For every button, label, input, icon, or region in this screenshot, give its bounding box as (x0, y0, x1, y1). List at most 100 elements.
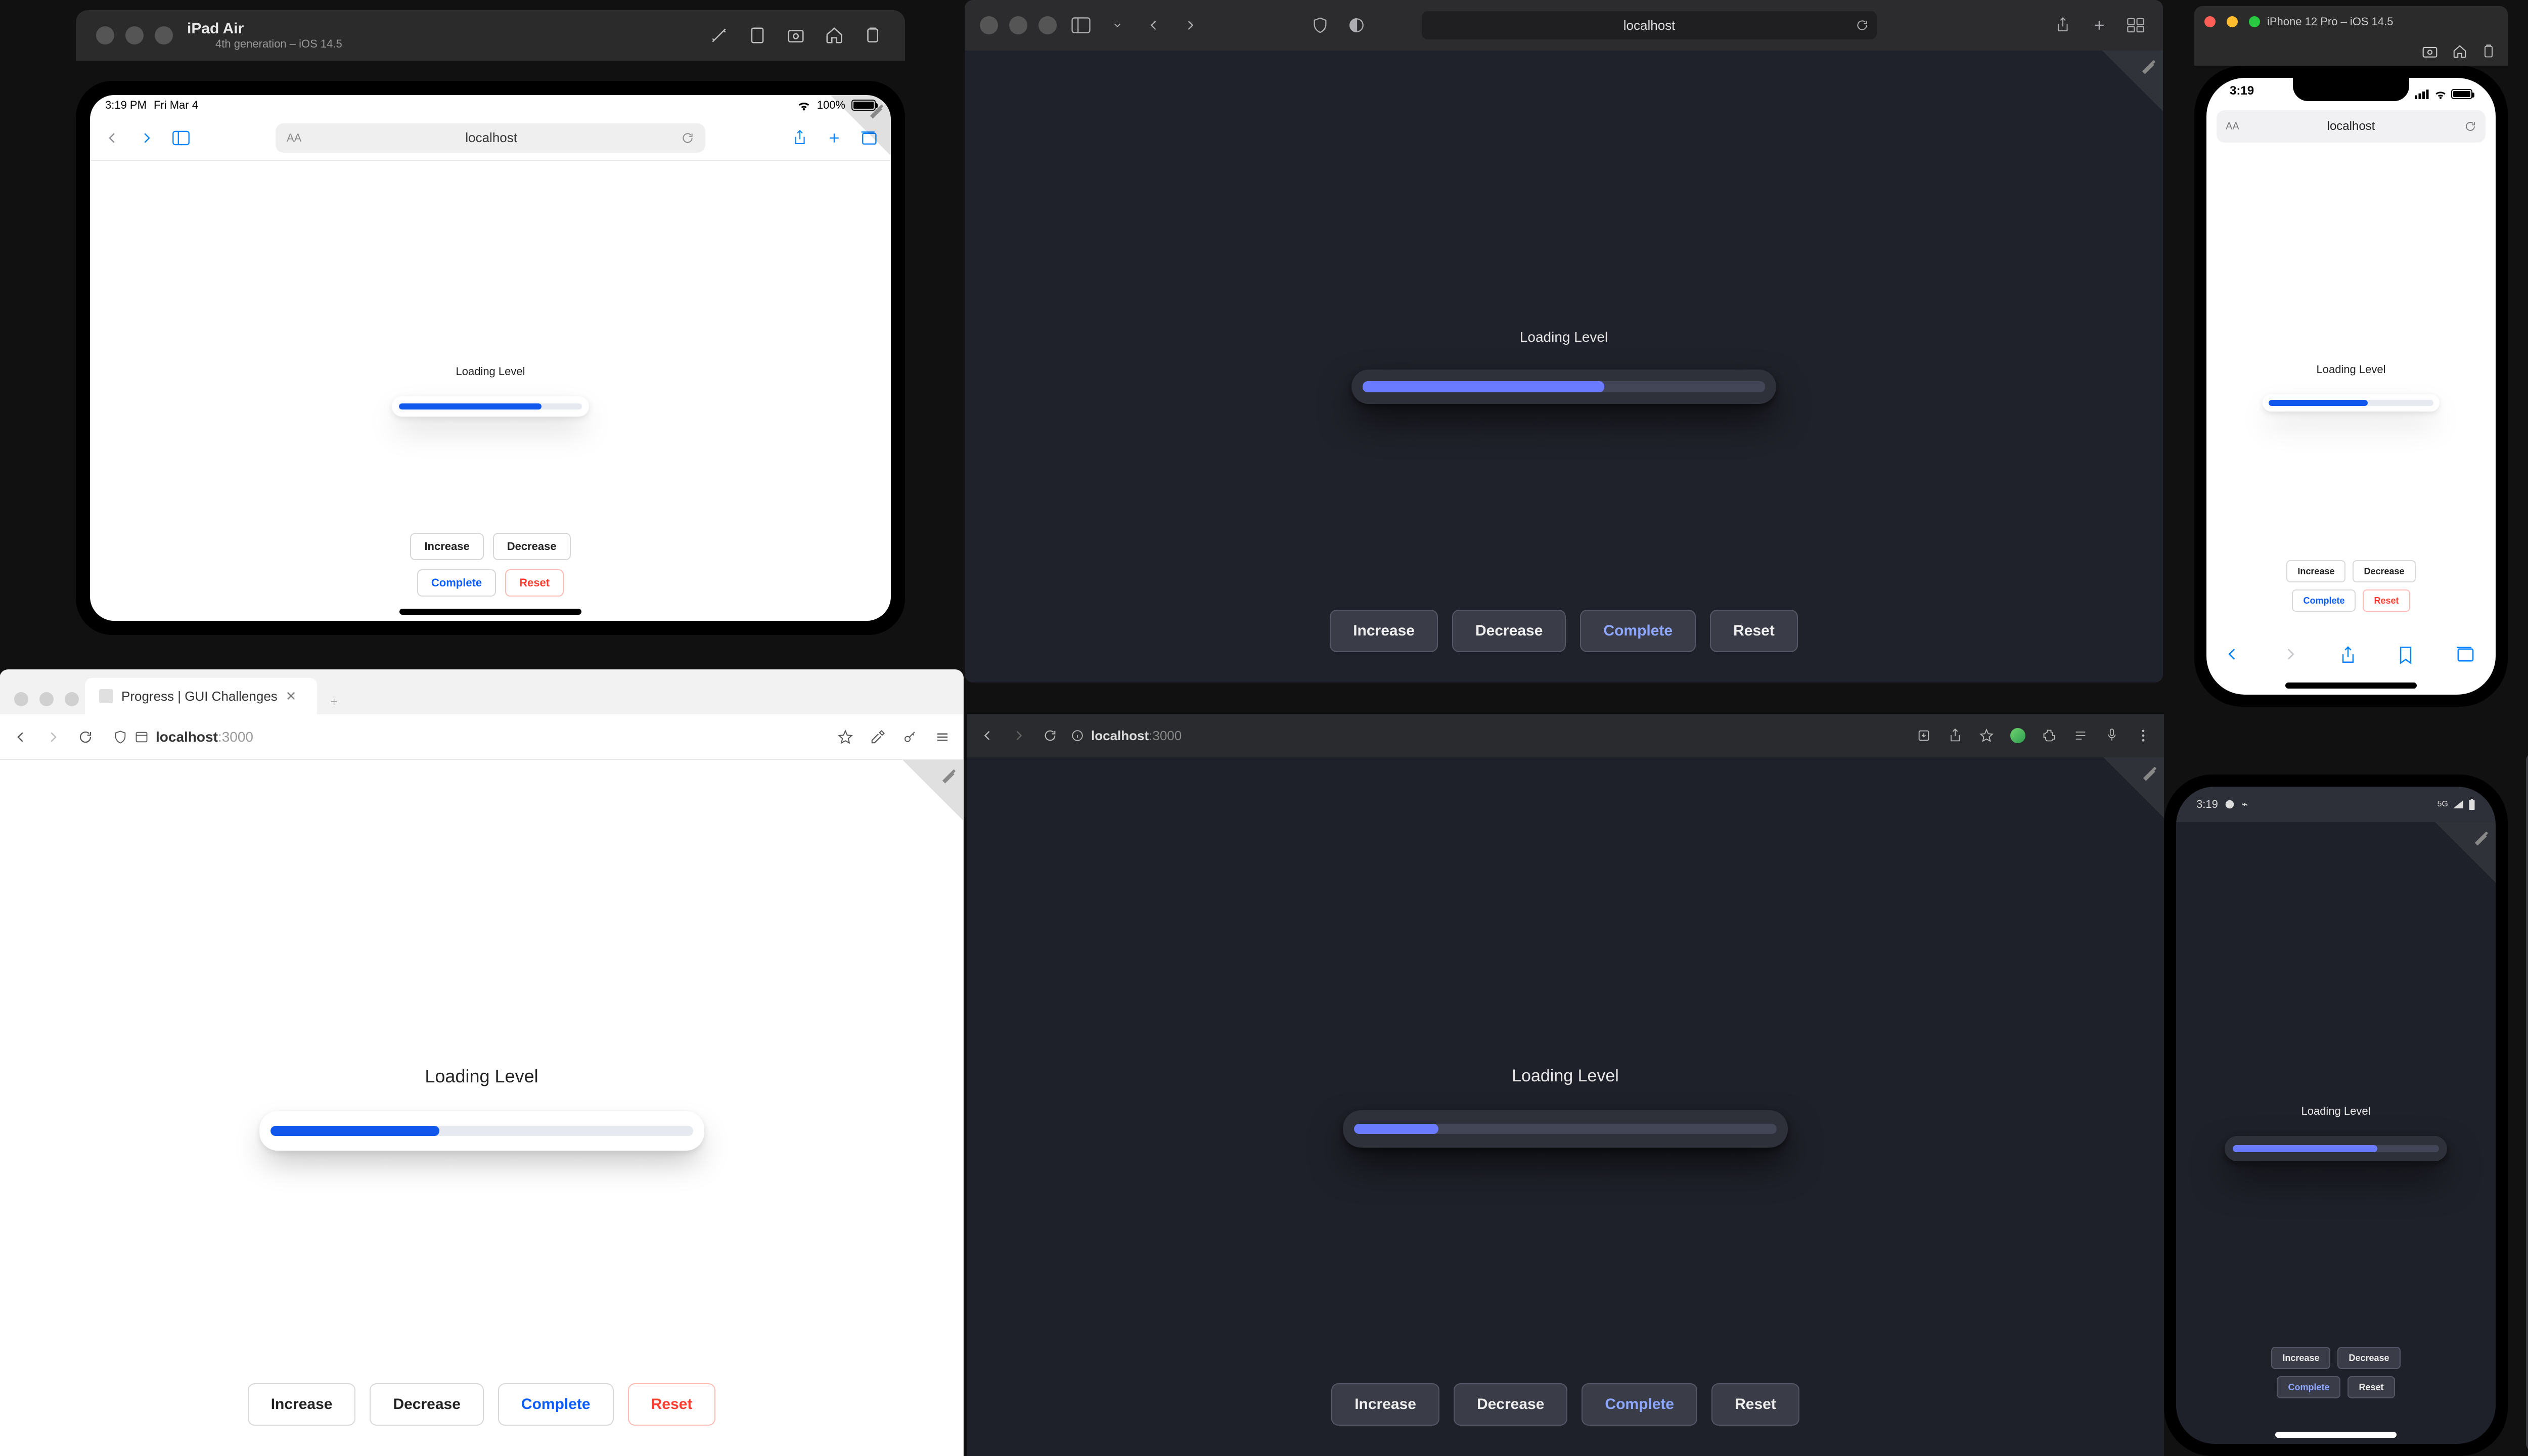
minimize-dot[interactable] (39, 692, 54, 706)
address-bar[interactable]: AA localhost (2217, 110, 2486, 143)
rotate-icon[interactable] (745, 23, 770, 48)
increase-button[interactable]: Increase (2286, 560, 2345, 582)
close-dot[interactable] (980, 16, 998, 34)
bookmarks-icon[interactable] (2397, 646, 2420, 669)
close-dot[interactable] (96, 26, 114, 44)
extensions-icon[interactable] (2039, 725, 2060, 746)
reader-icon[interactable]: AA (2226, 121, 2239, 132)
screenshot-icon[interactable] (2422, 44, 2438, 59)
decrease-button[interactable]: Decrease (1452, 610, 1566, 652)
back-icon[interactable] (10, 726, 31, 748)
decrease-button[interactable]: Decrease (2337, 1347, 2400, 1369)
address-bar[interactable]: AA localhost (276, 123, 705, 153)
close-tab-icon[interactable]: ✕ (286, 689, 297, 704)
window-controls[interactable] (96, 26, 173, 44)
profile-icon[interactable] (2007, 725, 2028, 746)
reset-button[interactable]: Reset (628, 1383, 716, 1426)
complete-button[interactable]: Complete (498, 1383, 614, 1426)
back-icon[interactable] (1142, 13, 1166, 37)
home-icon[interactable] (822, 23, 846, 48)
share-icon[interactable] (790, 128, 810, 148)
refresh-icon[interactable] (2464, 120, 2476, 132)
clipboard-icon[interactable] (861, 23, 885, 48)
increase-button[interactable]: Increase (1330, 610, 1438, 652)
site-info-icon[interactable] (1071, 729, 1084, 742)
increase-button[interactable]: Increase (248, 1383, 356, 1426)
reader-icon[interactable]: AA (287, 131, 301, 145)
reset-button[interactable]: Reset (1711, 1383, 1799, 1426)
sidebar-icon[interactable] (171, 128, 191, 148)
home-indicator[interactable] (2275, 1432, 2397, 1438)
devtools-corner-icon[interactable] (830, 95, 891, 156)
minimize-dot[interactable] (1009, 16, 1027, 34)
home-indicator[interactable] (399, 609, 581, 615)
reset-button[interactable]: Reset (505, 569, 564, 597)
decrease-button[interactable]: Decrease (2353, 560, 2415, 582)
refresh-icon[interactable] (681, 131, 694, 145)
star-icon[interactable] (835, 726, 856, 748)
complete-button[interactable]: Complete (1582, 1383, 1697, 1426)
browser-tab[interactable]: Progress | GUI Challenges ✕ (85, 678, 317, 714)
clipboard-icon[interactable] (2481, 43, 2496, 60)
increase-button[interactable]: Increase (1331, 1383, 1439, 1426)
minimize-dot[interactable] (2227, 16, 2238, 27)
minimize-dot[interactable] (125, 26, 144, 44)
share-icon[interactable] (2051, 13, 2075, 37)
back-icon[interactable] (102, 128, 122, 148)
complete-button[interactable]: Complete (1580, 610, 1696, 652)
reset-button[interactable]: Reset (2348, 1376, 2395, 1398)
back-icon[interactable] (977, 725, 998, 746)
complete-button[interactable]: Complete (2292, 589, 2356, 612)
close-dot[interactable] (2204, 16, 2216, 27)
tabs-icon[interactable] (2124, 13, 2148, 37)
home-indicator[interactable] (2285, 682, 2417, 689)
close-dot[interactable] (14, 692, 28, 706)
complete-button[interactable]: Complete (2277, 1376, 2340, 1398)
reset-button[interactable]: Reset (2363, 589, 2410, 612)
zoom-dot[interactable] (1039, 16, 1057, 34)
refresh-icon[interactable] (1040, 725, 1061, 746)
menu-icon[interactable] (932, 726, 953, 748)
zoom-dot[interactable] (155, 26, 173, 44)
site-info-icon[interactable] (134, 730, 149, 744)
decrease-button[interactable]: Decrease (1454, 1383, 1567, 1426)
chevron-down-icon[interactable] (1105, 13, 1130, 37)
zoom-dot[interactable] (2249, 16, 2260, 27)
share-icon[interactable] (2339, 646, 2363, 669)
address-bar[interactable]: localhost:3000 (1071, 728, 1182, 744)
window-controls[interactable] (980, 16, 1057, 34)
increase-button[interactable]: Increase (410, 533, 483, 560)
star-icon[interactable] (1976, 725, 1997, 746)
decrease-button[interactable]: Decrease (493, 533, 571, 560)
mic-icon[interactable] (2101, 725, 2123, 746)
tabs-icon[interactable] (2455, 646, 2478, 669)
menu-icon[interactable] (2133, 725, 2154, 746)
window-controls[interactable] (14, 692, 79, 706)
screenshot-icon[interactable] (784, 23, 808, 48)
key-icon[interactable] (899, 726, 921, 748)
share-icon[interactable] (1945, 725, 1966, 746)
wand-icon[interactable] (707, 23, 731, 48)
reset-button[interactable]: Reset (1710, 610, 1798, 652)
appearance-icon[interactable] (1344, 13, 1369, 37)
refresh-icon[interactable] (1856, 19, 1869, 32)
forward-icon[interactable] (137, 128, 157, 148)
eyedropper-icon[interactable] (867, 726, 888, 748)
reading-list-icon[interactable] (2070, 725, 2091, 746)
address-bar[interactable]: localhost:3000 (107, 722, 824, 752)
refresh-icon[interactable] (75, 726, 96, 748)
increase-button[interactable]: Increase (2271, 1347, 2330, 1369)
complete-button[interactable]: Complete (417, 569, 496, 597)
new-tab-icon[interactable] (2087, 13, 2111, 37)
shield-icon[interactable] (1308, 13, 1332, 37)
home-icon[interactable] (2452, 44, 2467, 59)
install-icon[interactable] (1913, 725, 1934, 746)
zoom-dot[interactable] (65, 692, 79, 706)
window-controls[interactable] (2204, 16, 2260, 27)
sidebar-icon[interactable] (1069, 13, 1093, 37)
back-icon[interactable] (2224, 646, 2247, 669)
decrease-button[interactable]: Decrease (370, 1383, 483, 1426)
new-tab-button[interactable]: ＋ (324, 695, 344, 707)
forward-icon[interactable] (1178, 13, 1202, 37)
address-bar[interactable]: localhost (1422, 11, 1877, 39)
